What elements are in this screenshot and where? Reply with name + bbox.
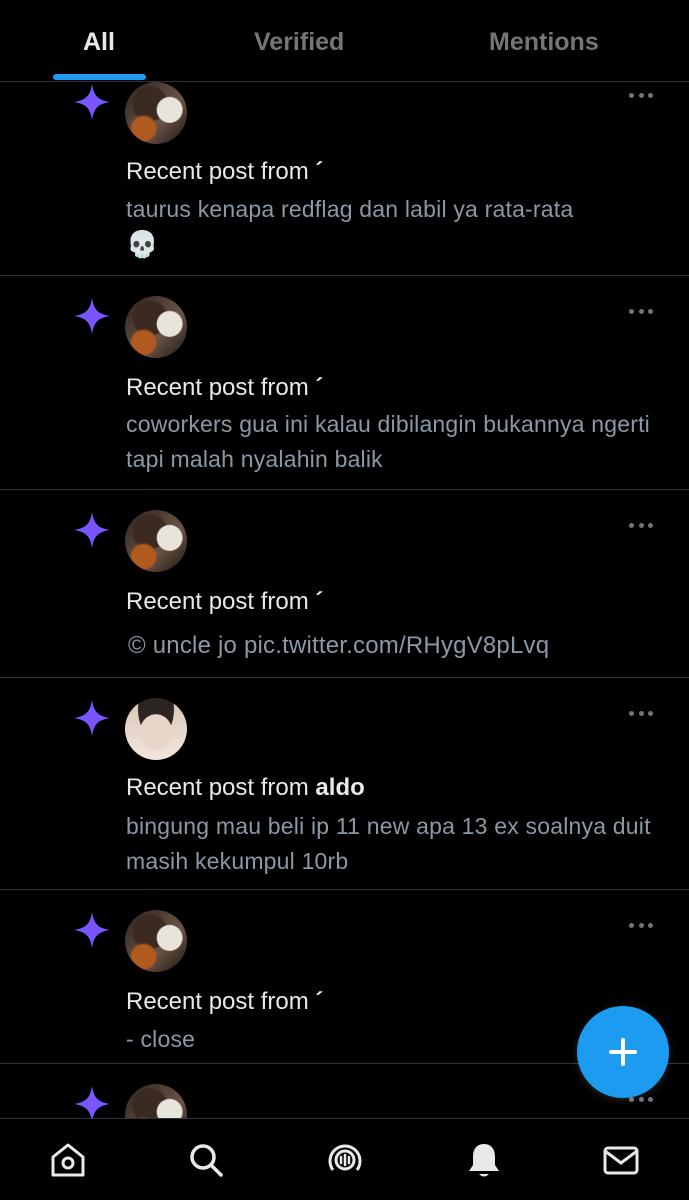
post-preview: bingung mau beli ip 11 new apa 13 ex soa… xyxy=(126,813,651,874)
notification-title: Recent post from ´ xyxy=(126,588,323,616)
active-tab-indicator xyxy=(53,74,146,80)
post-preview: taurus kenapa redflag dan labil ya rata-… xyxy=(126,192,666,263)
author-name[interactable]: ´ xyxy=(315,988,323,1015)
avatar[interactable] xyxy=(125,510,187,572)
bottom-nav xyxy=(0,1118,689,1200)
more-icon[interactable] xyxy=(629,522,653,528)
title-prefix: Recent post from xyxy=(126,158,309,185)
notification-item[interactable]: Recent post from aldo bingung mau beli i… xyxy=(0,678,689,890)
author-name[interactable]: ´ xyxy=(315,588,323,615)
avatar[interactable] xyxy=(125,82,187,144)
notification-title: Recent post from ´ xyxy=(126,158,323,186)
notifications-tab-bar: All Verified Mentions xyxy=(0,0,689,82)
more-icon[interactable] xyxy=(629,922,653,928)
notifications-icon[interactable] xyxy=(464,1140,504,1180)
sparkle-icon xyxy=(74,700,110,736)
post-preview: © uncle jo pic.twitter.com/RHygV8pLvq xyxy=(128,632,550,659)
notification-item[interactable]: Recent post from ´ coworkers gua ini kal… xyxy=(0,276,689,490)
plus-icon xyxy=(609,1038,637,1066)
avatar[interactable] xyxy=(125,910,187,972)
tab-mentions[interactable]: Mentions xyxy=(489,28,599,57)
author-name[interactable]: ´ xyxy=(315,158,323,185)
tab-verified[interactable]: Verified xyxy=(254,28,344,57)
skull-emoji: 💀 xyxy=(126,229,159,259)
notification-item[interactable]: Recent post from ´ © uncle jo pic.twitte… xyxy=(0,490,689,678)
post-preview: coworkers gua ini kalau dibilangin bukan… xyxy=(126,411,650,472)
tab-all[interactable]: All xyxy=(83,28,115,57)
spaces-icon[interactable] xyxy=(325,1140,365,1180)
sparkle-icon xyxy=(74,912,110,948)
more-icon[interactable] xyxy=(629,710,653,716)
notification-item[interactable]: Recent post from ´ taurus kenapa redflag… xyxy=(0,82,689,276)
avatar[interactable] xyxy=(125,296,187,358)
title-prefix: Recent post from xyxy=(126,774,309,801)
more-icon[interactable] xyxy=(629,92,653,98)
sparkle-icon xyxy=(74,512,110,548)
more-icon[interactable] xyxy=(629,308,653,314)
search-icon[interactable] xyxy=(186,1140,226,1180)
compose-button[interactable] xyxy=(577,1006,669,1098)
notifications-screen: All Verified Mentions Recent post from ´… xyxy=(0,0,689,1200)
sparkle-icon xyxy=(74,84,110,120)
sparkle-icon xyxy=(74,298,110,334)
home-icon[interactable] xyxy=(48,1140,88,1180)
avatar[interactable] xyxy=(125,698,187,760)
title-prefix: Recent post from xyxy=(126,988,309,1015)
messages-icon[interactable] xyxy=(601,1140,641,1180)
author-name[interactable]: ´ xyxy=(315,374,323,401)
post-text: taurus kenapa redflag dan labil ya rata-… xyxy=(126,196,574,222)
notification-title: Recent post from aldo xyxy=(126,774,365,802)
title-prefix: Recent post from xyxy=(126,374,309,401)
author-name[interactable]: aldo xyxy=(315,774,364,801)
notification-feed[interactable]: Recent post from ´ taurus kenapa redflag… xyxy=(0,82,689,1146)
notification-title: Recent post from ´ xyxy=(126,374,323,402)
notification-title: Recent post from ´ xyxy=(126,988,323,1016)
title-prefix: Recent post from xyxy=(126,588,309,615)
